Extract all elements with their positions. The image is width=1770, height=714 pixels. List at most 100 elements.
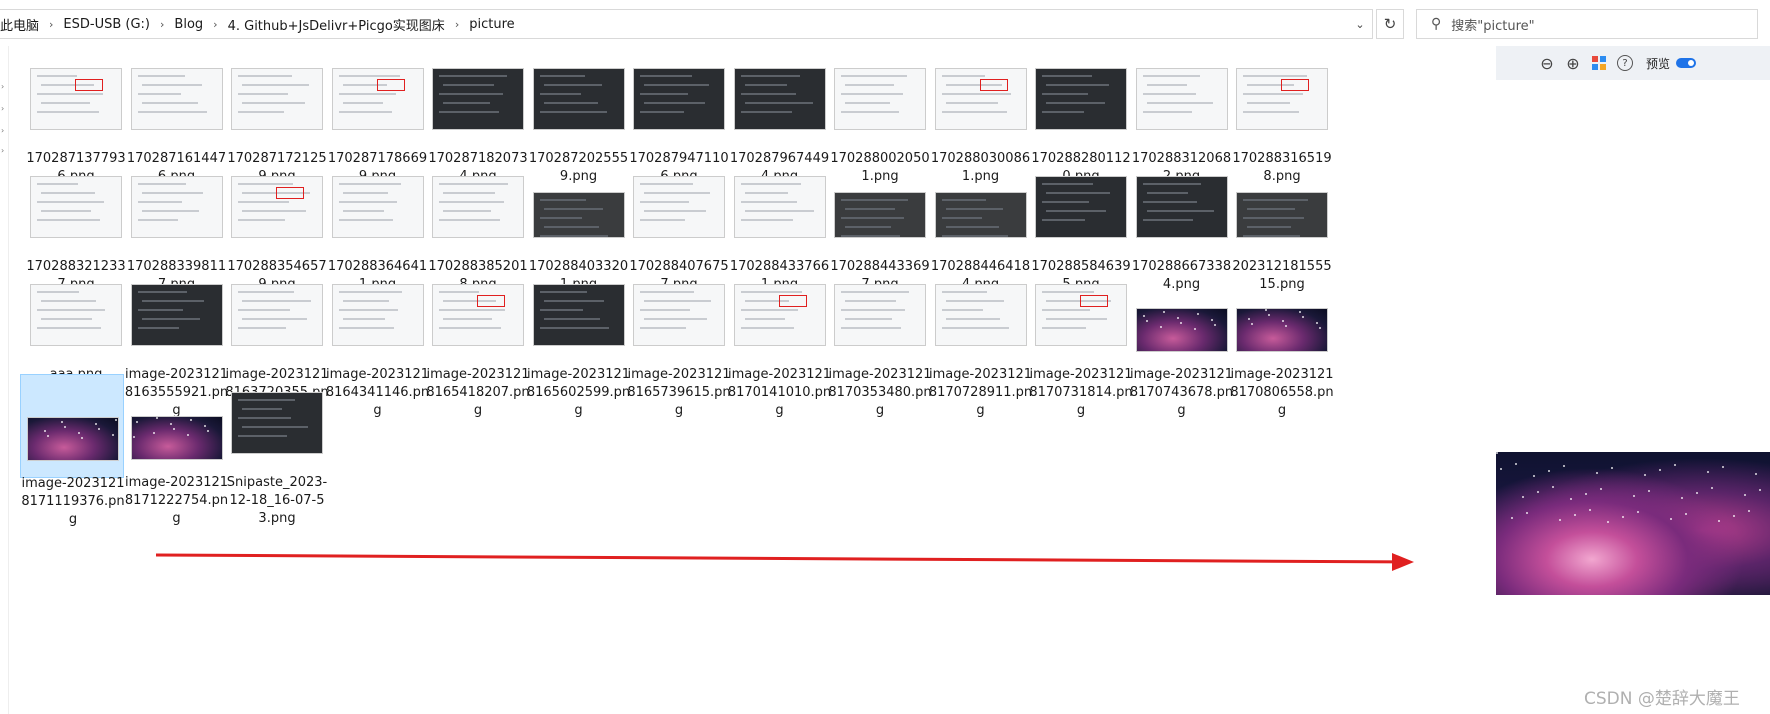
- file-item[interactable]: image-20231218165418207.png: [426, 266, 530, 418]
- file-item[interactable]: Snipaste_2023-12-18_16-07-53.png: [225, 374, 329, 526]
- file-item[interactable]: 1702872025559.png: [527, 50, 631, 184]
- thumbnail-line: [845, 318, 892, 320]
- file-thumbnail: [633, 176, 725, 238]
- thumbnail-line: [841, 199, 908, 201]
- file-item[interactable]: image-20231218163555921.png: [125, 266, 229, 418]
- file-item[interactable]: image-20231218170141010.png: [728, 266, 832, 418]
- file-item[interactable]: image-20231218171119376.png: [20, 374, 125, 527]
- file-item[interactable]: image-20231218170353480.png: [828, 266, 932, 418]
- preview-star: [1681, 497, 1683, 499]
- file-item[interactable]: 1702871786699.png: [326, 50, 430, 184]
- thumbnail-star: [189, 419, 192, 421]
- chevron-right-icon[interactable]: ›: [1, 126, 4, 135]
- file-item[interactable]: 1702871721259.png: [225, 50, 329, 184]
- thumbnail-line: [1042, 93, 1088, 95]
- file-item[interactable]: image-20231218163720355.png: [225, 266, 329, 418]
- zoom-in-icon[interactable]: ⊕: [1560, 50, 1586, 76]
- thumbnail-line: [640, 183, 693, 185]
- chevron-right-icon[interactable]: ›: [1, 82, 4, 91]
- file-thumbnail: [633, 68, 725, 130]
- file-item[interactable]: 1702883165198.png: [1230, 50, 1334, 184]
- help-icon[interactable]: ?: [1612, 50, 1638, 76]
- file-item[interactable]: 1702871820734.png: [426, 50, 530, 184]
- file-item[interactable]: image-20231218170728911.png: [929, 266, 1033, 418]
- thumbnail-star: [115, 419, 117, 421]
- file-item[interactable]: image-20231218170731814.png: [1029, 266, 1133, 418]
- file-thumbnail: [633, 284, 725, 346]
- navigation-pane[interactable]: › › › ›: [0, 46, 9, 714]
- file-item[interactable]: 1702882801120.png: [1029, 50, 1133, 184]
- app-grid-glyph: [1592, 56, 1606, 70]
- thumbnail-line: [644, 318, 707, 320]
- file-item[interactable]: 1702883646411.png: [326, 158, 430, 292]
- thumbnail-line: [543, 102, 598, 104]
- file-item[interactable]: 20231218155515.png: [1230, 158, 1334, 292]
- thumbnail-line: [841, 327, 901, 329]
- thumbnail-line: [1243, 199, 1308, 201]
- file-item[interactable]: 1702883120682.png: [1130, 50, 1234, 184]
- file-item[interactable]: 1702871614476.png: [125, 50, 229, 184]
- preview-star: [1526, 512, 1528, 514]
- thumbnail-line: [941, 199, 986, 201]
- breadcrumb[interactable]: 此电脑 › ESD-USB (G:) › Blog › 4. Github+JsDel…: [0, 9, 1373, 39]
- thumbnail-star: [98, 428, 100, 430]
- file-item[interactable]: 1702884033201.png: [527, 158, 631, 292]
- file-item[interactable]: 1702880300861.png: [929, 50, 1033, 184]
- file-item[interactable]: 1702883546579.png: [225, 158, 329, 292]
- file-item[interactable]: image-20231218165739615.png: [627, 266, 731, 418]
- thumbnail-line: [640, 219, 685, 221]
- breadcrumb-item-blog[interactable]: Blog ›: [174, 17, 227, 32]
- thumbnail-line: [841, 291, 909, 293]
- thumbnail-line: [941, 217, 982, 219]
- app-grid-icon[interactable]: [1586, 50, 1612, 76]
- file-name: image-20231218165739615.png: [627, 367, 731, 418]
- file-item[interactable]: 1702883212337.png: [24, 158, 128, 292]
- file-item[interactable]: 1702884076757.png: [627, 158, 731, 292]
- chevron-down-icon[interactable]: ⌄: [1346, 9, 1374, 39]
- breadcrumb-item-picture[interactable]: picture: [469, 17, 514, 32]
- file-item[interactable]: image-20231218165602599.png: [527, 266, 631, 418]
- refresh-button[interactable]: ↻: [1376, 9, 1404, 39]
- file-thumbnail: [532, 284, 625, 346]
- thumbnail-line: [242, 102, 305, 104]
- file-item[interactable]: 1702886673384.png: [1130, 158, 1234, 292]
- file-item[interactable]: 1702884337661.png: [728, 158, 832, 292]
- breadcrumb-item-project[interactable]: 4. Github+JsDelivr+Picgo实现图床 ›: [228, 15, 470, 34]
- file-item[interactable]: 1702883852018.png: [426, 158, 530, 292]
- thumbnail-star: [1316, 322, 1318, 324]
- chevron-right-icon[interactable]: ›: [1, 146, 4, 155]
- file-item[interactable]: 1702885846395.png: [1029, 158, 1133, 292]
- zoom-out-icon[interactable]: ⊖: [1534, 50, 1560, 76]
- thumbnail-line: [238, 111, 284, 113]
- file-item[interactable]: image-20231218164341146.png: [326, 266, 430, 418]
- preview-star: [1563, 465, 1565, 467]
- file-item[interactable]: 1702880020501.png: [828, 50, 932, 184]
- breadcrumb-item-this-pc[interactable]: 此电脑 ›: [0, 15, 63, 34]
- thumbnail-line: [439, 111, 499, 113]
- preview-star: [1515, 463, 1517, 465]
- file-item[interactable]: 1702879471106.png: [627, 50, 731, 184]
- preview-pane: ⊖ ⊕ ? 预览: [1496, 46, 1770, 714]
- file-thumbnail: [1035, 284, 1127, 346]
- file-item[interactable]: 1702879674494.png: [728, 50, 832, 184]
- thumbnail-star: [206, 430, 209, 432]
- thumbnail-line: [1142, 75, 1200, 77]
- thumbnail-line: [941, 327, 1009, 329]
- file-item[interactable]: 1702884433697.png: [828, 158, 932, 292]
- file-item[interactable]: 1702884464184.png: [929, 158, 1033, 292]
- file-item[interactable]: aaa.png: [24, 266, 128, 382]
- thumbnail-line: [141, 300, 204, 302]
- thumbnail-line: [744, 192, 788, 194]
- file-item[interactable]: 1702883398117.png: [125, 158, 229, 292]
- file-item[interactable]: image-20231218171222754.png: [125, 374, 229, 526]
- breadcrumb-item-drive[interactable]: ESD-USB (G:) ›: [63, 17, 174, 32]
- file-item[interactable]: image-20231218170743678.png: [1130, 266, 1234, 418]
- preview-toggle[interactable]: [1676, 58, 1697, 68]
- file-item[interactable]: image-20231218170806558.png: [1230, 266, 1334, 418]
- search-input[interactable]: ⚲ 搜索"picture": [1416, 9, 1758, 39]
- thumbnail-star: [152, 432, 155, 434]
- file-item[interactable]: 1702871377936.png: [24, 50, 128, 184]
- thumbnail-star: [1268, 314, 1270, 316]
- preview-image: [1496, 452, 1770, 595]
- chevron-right-icon[interactable]: ›: [1, 104, 4, 113]
